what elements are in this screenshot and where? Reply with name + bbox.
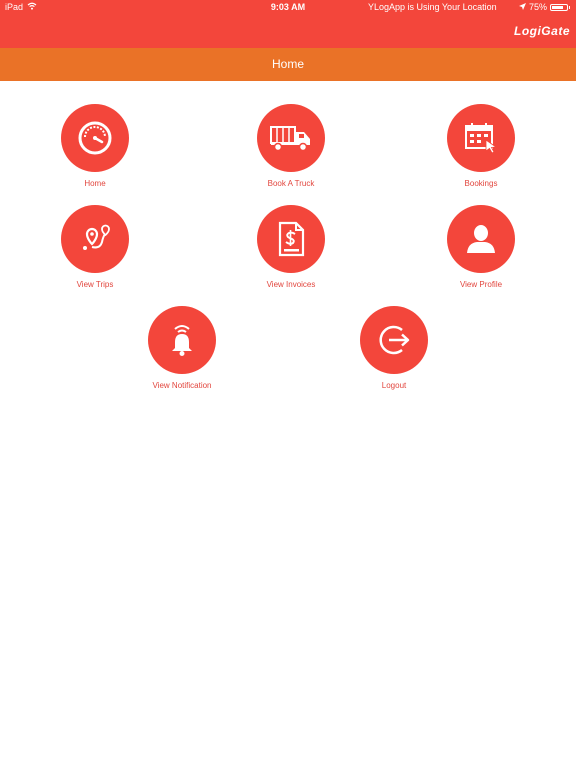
menu-label: Book A Truck xyxy=(267,179,315,188)
menu-circle[interactable] xyxy=(257,104,325,172)
speedometer-icon xyxy=(77,120,113,156)
menu-label: View Profile xyxy=(459,280,503,289)
menu-circle[interactable] xyxy=(360,306,428,374)
menu-label: Bookings xyxy=(464,179,498,188)
status-right: 75% xyxy=(518,2,570,12)
menu-label: View Trips xyxy=(76,280,114,289)
menu-item-view-notification[interactable]: View Notification xyxy=(122,306,242,390)
truck-icon xyxy=(269,123,313,153)
app-header: LogiGate xyxy=(0,16,576,48)
menu-circle[interactable] xyxy=(61,104,129,172)
menu-item-bookings[interactable]: Bookings xyxy=(421,104,541,188)
calendar-icon xyxy=(463,121,499,155)
battery-icon xyxy=(550,3,570,11)
page-title: Home xyxy=(0,48,576,81)
menu-item-view-trips[interactable]: View Trips xyxy=(35,205,155,289)
status-bar: iPad 9:03 AM YLogApp is Using Your Locat… xyxy=(0,0,576,16)
menu-item-view-profile[interactable]: View Profile xyxy=(421,205,541,289)
bell-icon xyxy=(165,322,199,358)
menu-label: View Invoices xyxy=(266,280,316,289)
location-message: YLogApp is Using Your Location xyxy=(368,2,497,12)
menu-circle[interactable] xyxy=(447,205,515,273)
menu-item-logout[interactable]: Logout xyxy=(334,306,454,390)
logout-icon xyxy=(376,322,412,358)
battery-percent: 75% xyxy=(528,2,547,12)
invoice-icon xyxy=(276,221,306,257)
menu-circle[interactable] xyxy=(447,104,515,172)
location-arrow-icon xyxy=(518,2,526,12)
menu-circle[interactable] xyxy=(257,205,325,273)
user-icon xyxy=(464,222,498,256)
menu-item-book-a-truck[interactable]: Book A Truck xyxy=(231,104,351,188)
route-icon xyxy=(78,222,112,256)
menu-circle[interactable] xyxy=(61,205,129,273)
menu-label: Home xyxy=(84,179,106,188)
menu-item-view-invoices[interactable]: View Invoices xyxy=(231,205,351,289)
menu-circle[interactable] xyxy=(148,306,216,374)
logigate-logo: LogiGate xyxy=(513,24,570,38)
menu-item-home[interactable]: Home xyxy=(35,104,155,188)
menu-label: Logout xyxy=(381,381,407,390)
menu-label: View Notification xyxy=(152,381,212,390)
